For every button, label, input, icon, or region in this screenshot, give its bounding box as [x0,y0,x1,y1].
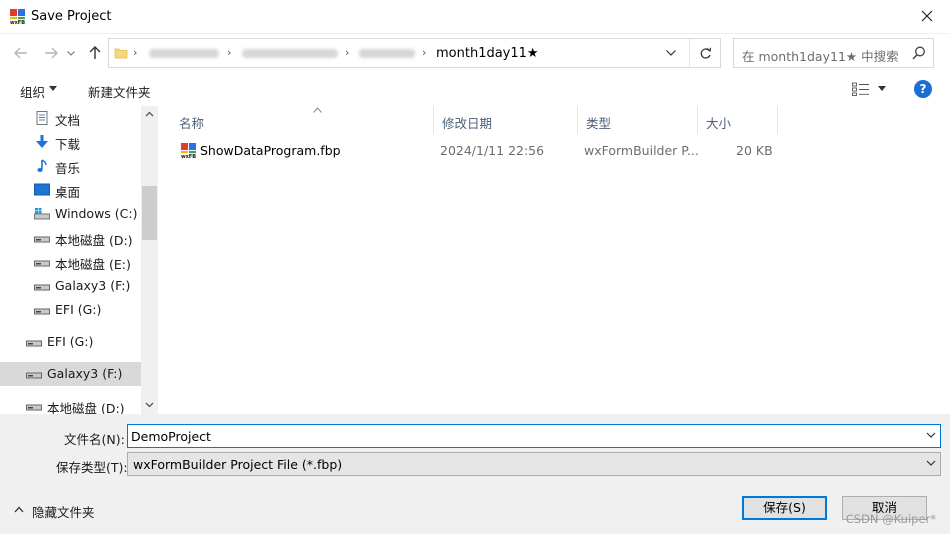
desktop-icon [34,183,50,196]
download-icon [36,135,48,148]
sort-ascending-icon [313,107,322,113]
refresh-icon [700,47,712,59]
filename-input[interactable] [131,427,911,445]
nav-item-downloads[interactable]: 下载 [0,130,141,154]
drive-icon [26,404,42,411]
title-bar: wxFB Save Project [0,0,950,34]
nav-item-local-disk-d[interactable]: 本地磁盘 (D:) [0,226,141,250]
windows-drive-icon [34,208,50,220]
breadcrumb-separator-icon: › [133,46,138,59]
filetype-value: wxFormBuilder Project File (*.fbp) [133,457,343,472]
drive-icon [26,372,42,379]
search-icon [912,46,925,60]
chevron-down-icon [49,86,57,91]
chevron-down-icon [67,50,75,56]
command-toolbar: 组织 新建文件夹 ? [0,72,950,106]
close-button[interactable] [904,0,950,32]
filename-label: 文件名(N): [64,432,125,447]
breadcrumb-redacted [149,49,219,58]
breadcrumb-separator-icon: › [227,46,232,59]
save-button[interactable]: 保存(S) [742,496,827,520]
address-bar-row: › › › › month1day11★ 在 month1day11★ 中搜索 [0,34,950,72]
breadcrumb-separator-icon: › [422,46,427,59]
search-box[interactable]: 在 month1day11★ 中搜索 [733,38,934,68]
new-folder-button[interactable]: 新建文件夹 [88,82,151,101]
svg-text:wxFB: wxFB [10,20,25,25]
nav-item-windows-c[interactable]: Windows (C:) [0,202,141,226]
search-placeholder: 在 month1day11★ 中搜索 [742,49,899,64]
nav-item-galaxy3-f[interactable]: Galaxy3 (F:) [0,274,141,298]
breadcrumb-redacted [359,49,415,58]
breadcrumb-redacted [242,49,338,58]
filetype-select[interactable]: wxFormBuilder Project File (*.fbp) [127,452,941,476]
chevron-down-icon [666,50,676,56]
nav-item-local-disk-e[interactable]: 本地磁盘 (E:) [0,250,141,274]
drive-icon [34,236,50,243]
recent-locations-button[interactable] [64,42,78,64]
drive-icon [34,284,50,291]
file-type: wxFormBuilder P... [584,143,699,158]
scroll-up-icon[interactable] [145,110,154,119]
address-box[interactable]: › › › › month1day11★ [108,38,721,68]
file-row[interactable]: wxFB ShowDataProgram.fbp 2024/1/11 22:56… [158,138,950,162]
nav-scrollbar[interactable] [141,106,158,414]
save-form-panel: 文件名(N): 保存类型(T): wxFormBuilder Project F… [0,414,950,534]
up-button[interactable] [84,42,106,64]
view-options-icon[interactable] [852,82,870,96]
svg-text:wxFB: wxFB [181,154,196,159]
nav-item-desktop[interactable]: 桌面 [0,178,141,202]
music-icon [37,159,47,172]
chevron-up-icon [14,506,24,513]
arrow-up-icon [89,46,101,59]
scroll-down-icon[interactable] [145,400,154,409]
window-title: Save Project [31,9,112,24]
drive-icon [26,340,42,347]
navigation-pane[interactable]: 文档 下载 音乐 桌面 Windows (C:) 本地磁盘 (D:) 本地磁盘 … [0,106,158,414]
forward-button[interactable] [40,42,62,64]
chevron-down-icon [926,460,936,466]
column-header-size[interactable]: 大小 [698,106,778,134]
file-size: 20 KB [736,143,773,158]
back-button[interactable] [10,42,32,64]
file-name: ShowDataProgram.fbp [200,143,341,158]
nav-item-galaxy3-f-root[interactable]: Galaxy3 (F:) [0,362,141,386]
refresh-button[interactable] [689,39,721,67]
wxformbuilder-file-icon: wxFB [180,143,197,159]
breadcrumb-separator-icon: › [345,46,350,59]
nav-item-local-disk-d-root[interactable]: 本地磁盘 (D:) [0,394,141,414]
filetype-label: 保存类型(T): [56,460,128,475]
nav-item-documents[interactable]: 文档 [0,106,141,130]
nav-item-music[interactable]: 音乐 [0,154,141,178]
organize-menu-button[interactable]: 组织 [20,82,45,101]
breadcrumb-current-folder[interactable]: month1day11★ [436,46,539,61]
folder-icon [114,48,128,59]
chevron-down-icon[interactable] [926,431,936,439]
filename-field[interactable] [127,424,941,448]
watermark-text: CSDN @Kuiper* [845,512,936,526]
help-icon[interactable]: ? [914,80,932,98]
hide-folders-label: 隐藏文件夹 [32,505,95,520]
nav-scrollbar-thumb[interactable] [142,186,157,240]
arrow-left-icon [14,47,27,59]
drive-icon [34,308,50,315]
column-header-name[interactable]: 名称 [171,106,434,134]
chevron-down-icon[interactable] [878,86,886,91]
close-icon [921,10,933,22]
file-date: 2024/1/11 22:56 [440,143,545,158]
file-list-pane[interactable]: 名称 修改日期 类型 大小 wxFB ShowDataProgram.fbp 2… [158,106,950,414]
document-icon [36,111,48,125]
arrow-right-icon [45,47,58,59]
address-history-dropdown[interactable] [661,43,681,63]
drive-icon [34,260,50,267]
column-header-type[interactable]: 类型 [578,106,698,134]
wxformbuilder-app-icon: wxFB [9,9,26,25]
column-header-date[interactable]: 修改日期 [434,106,578,134]
nav-item-efi-g[interactable]: EFI (G:) [0,298,141,322]
nav-item-efi-g-root[interactable]: EFI (G:) [0,330,141,354]
